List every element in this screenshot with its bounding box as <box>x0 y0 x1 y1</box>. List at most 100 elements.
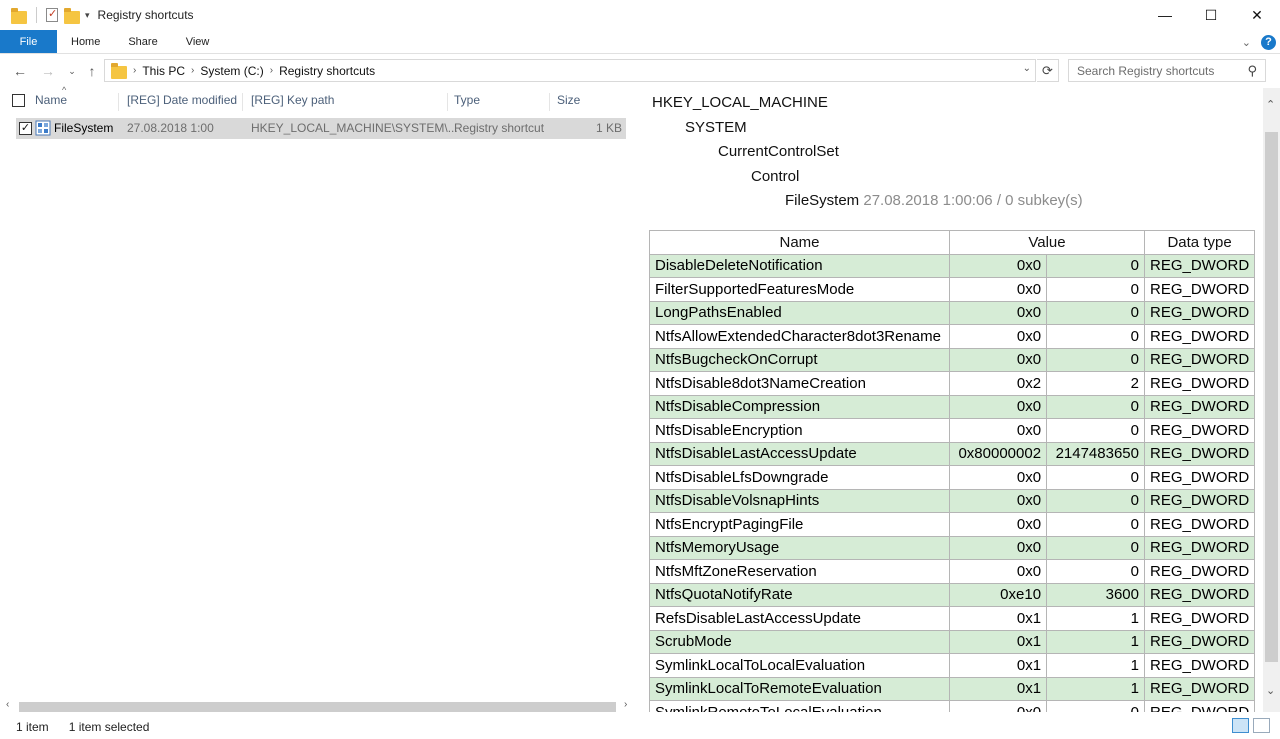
refresh-button[interactable]: ⟳ <box>1037 59 1059 82</box>
horizontal-scrollbar[interactable]: ‹ › <box>0 698 636 715</box>
registry-value-row: DisableDeleteNotification 0x0 0 REG_DWORD <box>649 253 1256 278</box>
value-decimal: 0 <box>1046 465 1145 490</box>
column-type[interactable]: Type <box>450 93 550 111</box>
value-hex: 0x2 <box>948 371 1048 396</box>
item-count: 1 item <box>16 720 49 734</box>
customize-toolbar-icon[interactable]: ▾ <box>85 10 90 21</box>
value-data-type: REG_DWORD <box>1143 653 1256 678</box>
chevron-right-icon[interactable]: › <box>189 65 196 76</box>
file-row[interactable]: FileSystem 27.08.2018 1:00 HKEY_LOCAL_MA… <box>16 118 626 139</box>
header-data-type: Data type <box>1143 230 1256 255</box>
value-name: NtfsDisableVolsnapHints <box>649 488 950 513</box>
window-controls: — ☐ ✕ <box>1142 0 1280 30</box>
back-button[interactable]: ← <box>8 59 32 83</box>
scrollbar-thumb[interactable] <box>1265 132 1278 662</box>
value-name: NtfsDisableCompression <box>649 394 950 419</box>
details-view-button[interactable] <box>1232 718 1249 733</box>
search-icon[interactable]: ⚲ <box>1247 63 1257 79</box>
value-data-type: REG_DWORD <box>1143 371 1256 396</box>
breadcrumb-registry-shortcuts[interactable]: Registry shortcuts <box>275 64 379 78</box>
value-decimal: 1 <box>1046 606 1145 631</box>
value-name: SymlinkLocalToLocalEvaluation <box>649 653 950 678</box>
scroll-down-icon[interactable]: ⌄ <box>1266 684 1275 697</box>
column-key-path[interactable]: [REG] Key path <box>247 93 448 111</box>
file-key-path: HKEY_LOCAL_MACHINE\SYSTEM\... <box>251 121 458 135</box>
value-name: NtfsMftZoneReservation <box>649 559 950 584</box>
scrollbar-thumb[interactable] <box>19 702 616 712</box>
registry-value-row: ScrubMode 0x1 1 REG_DWORD <box>649 629 1256 654</box>
value-hex: 0x0 <box>948 253 1048 278</box>
header-name: Name <box>649 230 950 255</box>
forward-button[interactable]: → <box>36 59 60 83</box>
large-icons-view-button[interactable] <box>1253 718 1270 733</box>
file-date-modified: 27.08.2018 1:00 <box>127 121 214 135</box>
chevron-right-icon[interactable]: › <box>268 65 275 76</box>
value-decimal: 0 <box>1046 347 1145 372</box>
registry-value-row: LongPathsEnabled 0x0 0 REG_DWORD <box>649 300 1256 325</box>
scroll-up-icon[interactable]: ⌃ <box>1266 98 1275 111</box>
help-icon[interactable]: ? <box>1261 34 1276 50</box>
value-hex: 0x0 <box>948 700 1048 712</box>
tab-home[interactable]: Home <box>57 30 114 53</box>
value-data-type: REG_DWORD <box>1143 277 1256 302</box>
tab-share[interactable]: Share <box>114 30 171 53</box>
value-decimal: 2147483650 <box>1046 441 1145 466</box>
select-all-checkbox[interactable] <box>12 94 25 107</box>
value-hex: 0x1 <box>948 629 1048 654</box>
search-box[interactable]: ⚲ <box>1068 59 1266 82</box>
address-bar[interactable]: › This PC › System (C:) › Registry short… <box>104 59 1036 82</box>
registry-values-body: DisableDeleteNotification 0x0 0 REG_DWORD Fi… <box>649 253 1256 712</box>
new-folder-icon[interactable] <box>64 7 80 24</box>
search-input[interactable] <box>1077 63 1237 78</box>
key-name: FileSystem <box>785 192 860 209</box>
value-hex: 0x80000002 <box>948 441 1048 466</box>
tree-node-control: Control <box>751 167 800 185</box>
folder-icon <box>111 63 127 79</box>
value-name: LongPathsEnabled <box>649 300 950 325</box>
value-data-type: REG_DWORD <box>1143 559 1256 584</box>
registry-values-table: Name Value Data type DisableDeleteNotifi… <box>649 230 1256 712</box>
breadcrumb-system-c[interactable]: System (C:) <box>196 64 267 78</box>
registry-value-row: NtfsDisableEncryption 0x0 0 REG_DWORD <box>649 418 1256 443</box>
address-dropdown-icon[interactable]: ⌄ <box>1023 63 1031 74</box>
chevron-right-icon[interactable]: › <box>131 65 138 76</box>
registry-value-row: NtfsAllowExtendedCharacter8dot3Rename 0x0… <box>649 324 1256 349</box>
value-name: FilterSupportedFeaturesMode <box>649 277 950 302</box>
registry-value-row: NtfsMemoryUsage 0x0 0 REG_DWORD <box>649 535 1256 560</box>
close-button[interactable]: ✕ <box>1234 0 1280 30</box>
key-tree: HKEY_LOCAL_MACHINE SYSTEM CurrentControl… <box>652 93 1083 216</box>
value-hex: 0x0 <box>948 535 1048 560</box>
value-name: ScrubMode <box>649 629 950 654</box>
value-hex: 0x0 <box>948 324 1048 349</box>
value-data-type: REG_DWORD <box>1143 465 1256 490</box>
file-type: Registry shortcut <box>454 121 545 135</box>
window-title: Registry shortcuts <box>97 8 194 22</box>
breadcrumb-this-pc[interactable]: This PC <box>138 64 189 78</box>
minimize-button[interactable]: — <box>1142 0 1188 30</box>
value-decimal: 3600 <box>1046 582 1145 607</box>
scroll-right-icon[interactable]: › <box>624 699 627 710</box>
registry-value-row: RefsDisableLastAccessUpdate 0x1 1 REG_DWORD <box>649 606 1256 631</box>
value-decimal: 0 <box>1046 253 1145 278</box>
value-name: DisableDeleteNotification <box>649 253 950 278</box>
value-decimal: 1 <box>1046 629 1145 654</box>
properties-icon[interactable] <box>46 7 58 22</box>
registry-value-row: NtfsMftZoneReservation 0x0 0 REG_DWORD <box>649 559 1256 584</box>
column-name[interactable]: Name <box>31 93 119 111</box>
value-hex: 0x0 <box>948 418 1048 443</box>
value-data-type: REG_DWORD <box>1143 300 1256 325</box>
value-data-type: REG_DWORD <box>1143 394 1256 419</box>
tree-node-filesystem: FileSystem 27.08.2018 1:00:06 / 0 subkey… <box>652 191 1083 216</box>
value-hex: 0x0 <box>948 488 1048 513</box>
scroll-left-icon[interactable]: ‹ <box>6 699 9 710</box>
column-date-modified[interactable]: [REG] Date modified <box>123 93 243 111</box>
tab-file[interactable]: File <box>0 30 57 53</box>
column-size[interactable]: Size <box>553 93 618 111</box>
maximize-button[interactable]: ☐ <box>1188 0 1234 30</box>
vertical-scrollbar[interactable]: ⌃ ⌄ <box>1263 88 1280 712</box>
expand-ribbon-icon[interactable]: ⌄ <box>1242 36 1251 49</box>
value-data-type: REG_DWORD <box>1143 606 1256 631</box>
tab-view[interactable]: View <box>172 30 224 53</box>
row-checkbox[interactable] <box>19 122 32 135</box>
up-button[interactable]: ↑ <box>80 59 104 83</box>
